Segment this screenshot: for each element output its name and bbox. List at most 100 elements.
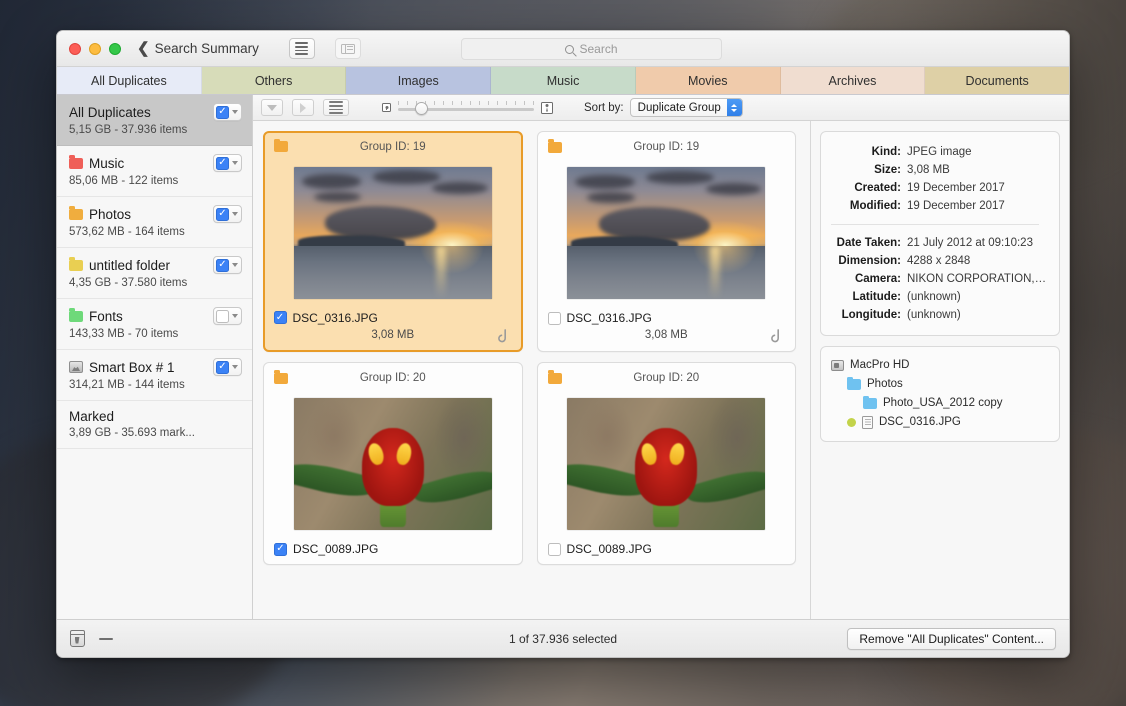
folder-icon xyxy=(69,257,83,271)
checkbox[interactable]: ✓ xyxy=(216,360,229,374)
expand-all-button[interactable] xyxy=(292,99,314,116)
slider-knob[interactable] xyxy=(415,102,428,115)
duplicate-card[interactable]: Group ID: 19 ✓ DSC_0316.JPG 3,08 MB xyxy=(263,131,523,352)
sun-reflection xyxy=(436,245,447,299)
cloud-shape xyxy=(646,170,714,185)
checkbox[interactable]: ✓ xyxy=(216,156,229,170)
close-button[interactable] xyxy=(69,42,81,55)
triangle-right-icon xyxy=(300,102,306,113)
chevron-down-icon[interactable] xyxy=(232,263,238,267)
path-row[interactable]: Photos xyxy=(831,375,1049,394)
metadata-row: Created: 19 December 2017 xyxy=(821,179,1049,197)
collapse-all-button[interactable] xyxy=(261,99,283,116)
chevron-down-icon[interactable] xyxy=(232,212,238,216)
tab-movies[interactable]: Movies xyxy=(635,67,781,94)
file-checkbox[interactable]: ✓ xyxy=(274,542,287,556)
grid-scrollbar[interactable] xyxy=(800,123,808,617)
tab-music[interactable]: Music xyxy=(491,67,636,94)
tab-images[interactable]: Images xyxy=(346,67,492,94)
sort-by-select[interactable]: Duplicate Group xyxy=(629,98,743,117)
sidebar-item-untitled-folder[interactable]: untitled folder ✓ 4,35 GB - 37.580 items xyxy=(57,248,252,299)
folder-icon xyxy=(69,308,83,322)
metadata-value: 3,08 MB xyxy=(907,164,950,176)
chevron-down-icon[interactable] xyxy=(232,314,238,318)
path-row[interactable]: DSC_0316.JPG xyxy=(831,413,1049,432)
image-thumbnail[interactable] xyxy=(567,398,766,530)
chevron-down-icon[interactable] xyxy=(232,110,238,114)
metadata-row: Date Taken: 21 July 2012 at 09:10:23 xyxy=(821,234,1049,252)
sidebar-item-smart-box-1[interactable]: Smart Box # 1 ✓ 314,21 MB - 144 items xyxy=(57,350,252,401)
file-metadata-secondary: Date Taken: 21 July 2012 at 09:10:23 Dimen… xyxy=(821,234,1049,324)
tab-label: Others xyxy=(254,73,293,88)
sidebar-item-marked[interactable]: Marked 3,89 GB - 35.693 mark... xyxy=(57,401,252,449)
file-checkbox[interactable]: ✓ xyxy=(273,311,287,324)
chevron-updown-icon xyxy=(726,99,742,116)
metadata-row: Size: 3,08 MB xyxy=(821,161,1049,179)
tab-documents[interactable]: Documents xyxy=(925,67,1069,94)
sidebar-item-checkbox-group[interactable] xyxy=(213,307,242,325)
file-checkbox[interactable] xyxy=(547,542,561,556)
list-view-toggle-button[interactable] xyxy=(288,38,315,59)
path-row[interactable]: MacPro HD xyxy=(831,356,1049,375)
folder-icon xyxy=(69,155,83,169)
cloud-shape xyxy=(372,170,441,184)
group-id-label: Group ID: 19 xyxy=(359,140,426,153)
file-checkbox[interactable] xyxy=(547,311,561,325)
file-size-label: 3,08 MB xyxy=(371,328,415,341)
sidebar-item-checkbox-group[interactable]: ✓ xyxy=(213,205,242,223)
sidebar-item-music[interactable]: Music ✓ 85,06 MB - 122 items xyxy=(57,146,252,197)
reveal-in-finder-icon[interactable] xyxy=(769,328,783,344)
chevron-down-icon[interactable] xyxy=(232,365,238,369)
sidebar-item-label: Fonts xyxy=(89,308,123,324)
sidebar-item-checkbox-group[interactable]: ✓ xyxy=(213,256,242,274)
grid-scrollbar-thumb[interactable] xyxy=(800,123,807,353)
sidebar-item-label: Photos xyxy=(89,206,132,222)
sidebar-item-fonts[interactable]: Fonts 143,33 MB - 70 items xyxy=(57,299,252,350)
search-input[interactable]: Search xyxy=(461,38,722,60)
reveal-in-finder-icon[interactable] xyxy=(496,328,510,344)
thumbnail-size-slider[interactable] xyxy=(398,101,534,115)
file-info-pane: Kind: JPEG image Size: 3,08 MB Created: 19 De… xyxy=(811,121,1069,619)
image-thumbnail[interactable] xyxy=(293,166,492,299)
search-icon xyxy=(565,44,575,54)
checkbox[interactable]: ✓ xyxy=(216,105,229,119)
checkbox[interactable] xyxy=(216,309,229,323)
image-thumbnail[interactable] xyxy=(293,398,492,530)
tab-label: Documents xyxy=(965,73,1029,88)
chevron-down-icon[interactable] xyxy=(232,161,238,165)
checkbox[interactable]: ✓ xyxy=(216,207,229,221)
blue-folder-icon xyxy=(847,376,861,390)
zoom-button[interactable] xyxy=(109,42,121,55)
traffic-lights xyxy=(69,42,121,55)
image-thumbnail[interactable] xyxy=(567,167,766,299)
back-button[interactable]: ❮ Search Summary xyxy=(137,41,259,56)
sort-by-value: Duplicate Group xyxy=(637,101,721,114)
sidebar-item-checkbox-group[interactable]: ✓ xyxy=(213,358,242,376)
minimize-button[interactable] xyxy=(89,42,101,55)
sidebar-item-checkbox-group[interactable]: ✓ xyxy=(213,154,242,172)
split-view-toggle-button[interactable] xyxy=(334,38,361,59)
tab-all-duplicates[interactable]: All Duplicates xyxy=(57,67,202,94)
minus-icon[interactable] xyxy=(99,637,113,640)
document-icon xyxy=(862,416,873,429)
tab-archives[interactable]: Archives xyxy=(780,67,926,94)
list-view-icon xyxy=(329,101,343,114)
tab-others[interactable]: Others xyxy=(201,67,347,94)
tab-label: Movies xyxy=(687,73,728,88)
metadata-key: Kind: xyxy=(871,146,901,158)
sidebar-item-checkbox-group[interactable]: ✓ xyxy=(213,103,242,121)
view-mode-button[interactable] xyxy=(323,99,349,116)
tab-label: All Duplicates xyxy=(90,73,167,88)
grid-toolbar: Sort by: Duplicate Group xyxy=(253,95,1069,121)
chevron-left-icon: ❮ xyxy=(137,40,150,57)
path-row[interactable]: Photo_USA_2012 copy xyxy=(831,394,1049,413)
duplicate-card[interactable]: Group ID: 20 DSC_0089.JPG xyxy=(536,362,796,565)
trash-icon[interactable] xyxy=(69,630,86,647)
metadata-row: Camera: NIKON CORPORATION, NI... xyxy=(821,270,1049,288)
duplicate-card[interactable]: Group ID: 19 DSC_0316.JPG 3,08 MB xyxy=(536,131,796,352)
duplicate-card[interactable]: Group ID: 20 ✓ DSC_0089.JPG xyxy=(263,362,523,565)
remove-content-button[interactable]: Remove "All Duplicates" Content... xyxy=(847,627,1056,650)
sidebar-item-photos[interactable]: Photos ✓ 573,62 MB - 164 items xyxy=(57,197,252,248)
sidebar-item-all-duplicates[interactable]: All Duplicates ✓ 5,15 GB - 37.936 items xyxy=(57,95,252,146)
checkbox[interactable]: ✓ xyxy=(216,258,229,272)
